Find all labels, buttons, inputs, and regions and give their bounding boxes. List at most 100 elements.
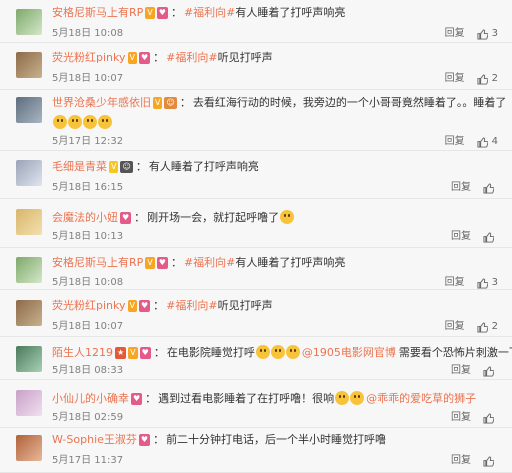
comment-text: 有人睡着了打呼声响亮 — [148, 160, 259, 173]
comment-content: 荧光粉红pinky V ♥： #福利向#听见打呼声 — [52, 299, 502, 313]
avatar[interactable] — [16, 209, 42, 235]
comment-timestamp: 5月18日 10:13 — [52, 231, 124, 242]
reply-button[interactable]: 回复 — [451, 231, 471, 243]
avatar[interactable] — [16, 257, 42, 283]
username-link[interactable]: 会魔法的小妞 — [52, 211, 118, 224]
user-badge-icon: ♥ — [138, 300, 151, 312]
comment-text: 前二十分钟打电话，后一个半小时睡觉打呼噜 — [166, 433, 387, 446]
user-badge-icon: V — [128, 347, 138, 359]
comment-text: 刚开场一会，就打起呼噜了 — [147, 211, 280, 224]
comment-content: 世界沧桑少年感依旧 V ☺：去看红海行动的时候，我旁边的一个小哥哥竟然睡着了。。睡着… — [52, 96, 506, 110]
comment-text: 在电影院睡觉打呼 — [166, 346, 255, 359]
comment-text: 遇到过看电影睡着了在打呼噜！很响 — [158, 392, 335, 405]
separator: ： — [134, 211, 146, 224]
like-button[interactable]: 2 — [477, 73, 498, 85]
avatar[interactable] — [16, 9, 42, 35]
username-link[interactable]: 毛细是青菜 — [52, 160, 107, 173]
comment-content: 荧光粉红pinky V ♥： #福利向#听见打呼声 — [52, 51, 502, 65]
reply-button[interactable]: 回复 — [445, 136, 465, 148]
comment-content: 安格尼斯马上有RP V ♥： #福利向#有人睡着了打呼声响亮 — [52, 6, 502, 20]
separator: ： — [170, 6, 182, 19]
comment-feed: 安格尼斯马上有RP V ♥： #福利向#有人睡着了打呼声响亮 5月18日 10:08 回复… — [0, 0, 512, 473]
thumbs-up-icon — [477, 277, 488, 289]
like-button[interactable]: 3 — [477, 28, 498, 40]
like-button[interactable]: 3 — [477, 277, 498, 289]
separator: ： — [145, 392, 157, 405]
avatar[interactable] — [16, 300, 42, 326]
comment-item: W-Sophie王淑芬 ♥：前二十分钟打电话，后一个半小时睡觉打呼噜 5月17日 1… — [0, 428, 512, 473]
separator: ： — [153, 51, 165, 64]
avatar[interactable] — [16, 390, 42, 416]
username-link[interactable]: 安格尼斯马上有RP — [52, 6, 143, 19]
avatar[interactable] — [16, 160, 42, 186]
comment-text: 听见打呼声 — [217, 51, 273, 64]
topic-tag-link[interactable]: #福利向# — [166, 51, 217, 64]
reply-button[interactable]: 回复 — [451, 182, 471, 194]
user-badge-icon: ♥ — [156, 257, 168, 269]
topic-tag-link[interactable]: #福利向# — [184, 256, 235, 269]
like-button[interactable] — [483, 182, 498, 194]
avatar[interactable] — [16, 435, 42, 461]
username-link[interactable]: 荧光粉红pinky — [52, 51, 126, 64]
avatar[interactable] — [16, 97, 42, 123]
comment-timestamp: 5月18日 10:08 — [52, 28, 124, 39]
like-button[interactable] — [483, 412, 498, 424]
comment-timestamp: 5月18日 02:59 — [52, 412, 124, 423]
username-link[interactable]: W-Sophie王淑芬 — [52, 433, 137, 446]
separator: ： — [153, 433, 165, 446]
comment-actions: 回复 — [451, 412, 498, 424]
comment-item: 陌生人1219 ★ V ♥：在电影院睡觉打呼 @1905电影网官博 需要看个恐怖片刺激一下… — [0, 337, 512, 380]
sleepy-emoji-icon — [335, 391, 350, 405]
username-link[interactable]: 陌生人1219 — [52, 346, 113, 359]
sleepy-emoji-icon — [350, 391, 365, 405]
sleepy-emoji-icon — [255, 345, 270, 359]
user-badge-icon: ♥ — [139, 347, 151, 359]
username-link[interactable]: 安格尼斯马上有RP — [52, 256, 143, 269]
comment-item: 会魔法的小妞 ♥：刚开场一会，就打起呼噜了 5月18日 10:13 回复 — [0, 199, 512, 248]
mention-link[interactable]: @1905电影网官博 — [302, 346, 396, 359]
like-button[interactable] — [483, 455, 498, 467]
topic-tag-link[interactable]: #福利向# — [166, 299, 217, 312]
user-badge-icon: V — [145, 257, 155, 269]
comment-text: 有人睡着了打呼声响亮 — [235, 256, 346, 269]
comment-text: 听见打呼声 — [217, 299, 273, 312]
username-link[interactable]: 荧光粉红pinky — [52, 299, 126, 312]
reply-button[interactable]: 回复 — [445, 277, 465, 289]
like-button[interactable]: 4 — [477, 136, 498, 148]
user-badge-icon: ♥ — [138, 52, 151, 64]
comment-content: W-Sophie王淑芬 ♥：前二十分钟打电话，后一个半小时睡觉打呼噜 — [52, 433, 502, 447]
mention-link[interactable]: @乖乖的爱吃草的狮子 — [366, 392, 476, 405]
reply-button[interactable]: 回复 — [451, 412, 471, 424]
laughing-emoji-icon — [53, 115, 67, 129]
reply-button[interactable]: 回复 — [451, 455, 471, 467]
comment-timestamp: 5月17日 12:32 — [52, 136, 124, 147]
user-badge-icon: ♥ — [138, 434, 151, 446]
comment-actions: 回复 — [451, 365, 498, 377]
avatar[interactable] — [16, 52, 42, 78]
like-button[interactable]: 2 — [477, 321, 498, 333]
user-badge-icon: V — [127, 300, 137, 312]
user-badge-icon: ★ — [115, 347, 127, 359]
thumbs-up-icon — [477, 136, 488, 148]
avatar[interactable] — [16, 346, 42, 372]
reply-button[interactable]: 回复 — [445, 321, 465, 333]
comment-item: 毛细是青菜 V ☺：有人睡着了打呼声响亮 5月18日 16:15 回复 — [0, 151, 512, 199]
comment-actions: 回复 — [451, 182, 498, 194]
user-badge-icon: V — [127, 52, 137, 64]
separator: ： — [153, 346, 165, 359]
separator: ： — [135, 160, 147, 173]
like-button[interactable] — [483, 365, 498, 377]
like-count: 4 — [491, 136, 498, 147]
topic-tag-link[interactable]: #福利向# — [184, 6, 235, 19]
reply-button[interactable]: 回复 — [445, 73, 465, 85]
reply-button[interactable]: 回复 — [445, 28, 465, 40]
comment-actions: 回复 — [451, 231, 498, 243]
username-link[interactable]: 世界沧桑少年感依旧 — [52, 96, 151, 109]
user-badge-icon: ♥ — [120, 212, 132, 224]
like-button[interactable] — [483, 231, 498, 243]
user-badge-icon: ☺ — [164, 97, 177, 109]
reply-button[interactable]: 回复 — [451, 365, 471, 377]
separator: ： — [179, 96, 191, 109]
comment-text: 有人睡着了打呼声响亮 — [235, 6, 346, 19]
username-link[interactable]: 小仙儿的小确幸 — [52, 392, 129, 405]
